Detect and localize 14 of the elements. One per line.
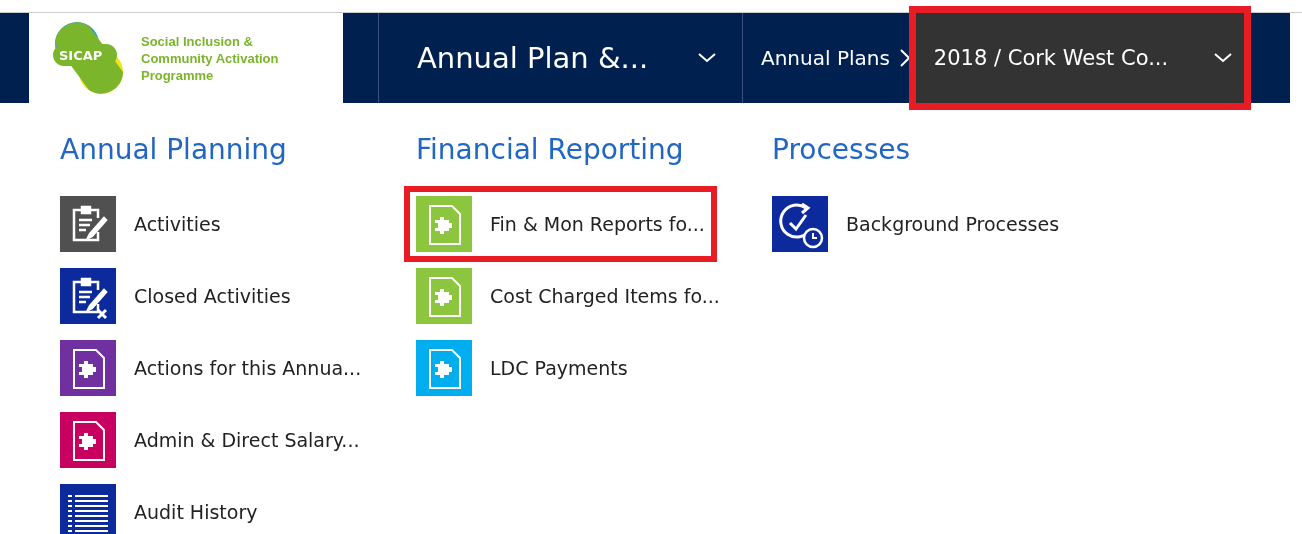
menu-item[interactable]: Background Processes [760, 186, 1072, 262]
area-menu-button[interactable]: Annual Plan &... [379, 13, 743, 103]
logo-badge-text: SICAP [59, 48, 103, 63]
logo-text: Social Inclusion & [141, 32, 254, 50]
chevron-down-icon [1213, 53, 1232, 63]
group-heading: Financial Reporting [416, 133, 685, 166]
menu-item[interactable]: Fin & Mon Reports fo... [404, 186, 717, 262]
chevron-right-icon [899, 49, 910, 67]
breadcrumb-link[interactable]: Annual Plans [761, 46, 890, 70]
logo-text: Community Activation [141, 49, 279, 67]
chevron-down-icon [698, 53, 716, 63]
group-heading: Annual Planning [60, 133, 288, 166]
logo-text: Programme [141, 66, 215, 84]
group-heading: Processes [772, 133, 912, 166]
